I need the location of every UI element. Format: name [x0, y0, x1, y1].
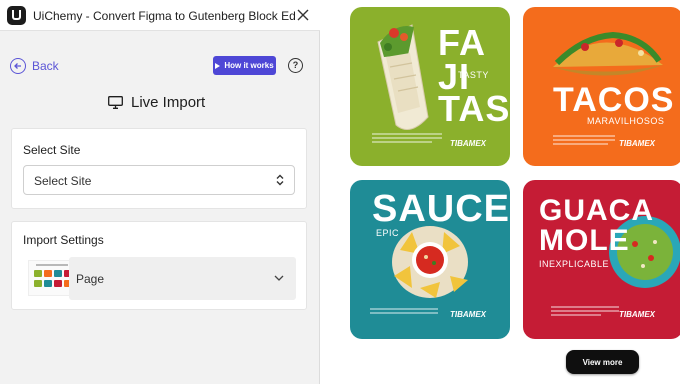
site-select-value: Select Site — [34, 174, 92, 188]
close-icon[interactable] — [295, 7, 311, 23]
question-mark-icon[interactable]: ? — [288, 58, 303, 73]
chevron-down-icon — [274, 275, 284, 281]
fajitas-line3: TAS — [438, 88, 510, 129]
view-more-label: View more — [582, 357, 623, 367]
tacos-tag: MARAVILHOSOS — [587, 116, 665, 126]
select-site-title: Select Site — [23, 143, 81, 157]
guaca-line1: GUACA — [539, 194, 654, 227]
plugin-panel: UiChemy - Convert Figma to Gutenberg Blo… — [0, 0, 320, 384]
sauce-tag: EPIC — [376, 228, 400, 238]
play-icon — [215, 62, 221, 69]
fajitas-fine-print — [372, 131, 452, 147]
select-site-card: Select Site Select Site — [11, 128, 307, 209]
page-type-value: Page — [76, 272, 105, 286]
sauce-fine-print — [370, 306, 450, 322]
sauce-title: SAUCE — [372, 188, 510, 230]
fajitas-brand: TIBAMEX — [450, 139, 486, 148]
page-type-select[interactable]: Page — [69, 257, 296, 300]
view-more-button[interactable]: View more — [566, 350, 639, 374]
sauce-brand: TIBAMEX — [450, 310, 486, 319]
import-settings-card: Import Settings Page — [11, 221, 307, 310]
page-title: Live Import — [108, 94, 205, 111]
site-select[interactable]: Select Site — [23, 165, 295, 195]
window-title: UiChemy - Convert Figma to Gutenberg Blo… — [33, 9, 295, 23]
back-label: Back — [32, 59, 59, 73]
uichemy-logo-icon — [7, 6, 26, 25]
how-it-works-button[interactable]: How it works — [213, 56, 276, 75]
guacamole-card: GUACA MOLE INEXPLICABLE TIBAMEX — [523, 180, 680, 339]
back-button[interactable]: Back — [10, 57, 59, 75]
import-settings-title: Import Settings — [23, 233, 104, 247]
guaca-line2: MOLE — [539, 224, 630, 257]
guaca-brand: TIBAMEX — [619, 310, 655, 319]
chevron-up-down-icon — [276, 174, 284, 186]
tacos-card: TACOS MARAVILHOSOS TIBAMEX — [523, 7, 680, 166]
tacos-brand: TIBAMEX — [619, 139, 655, 148]
title-bar: UiChemy - Convert Figma to Gutenberg Blo… — [0, 0, 320, 31]
monitor-icon — [108, 96, 123, 109]
page-title-label: Live Import — [131, 94, 206, 111]
tacos-title: TACOS — [553, 81, 675, 119]
guaca-tag: INEXPLICABLE — [539, 259, 610, 269]
fajitas-card: FA JI TASTY TAS TIBAMEX — [350, 7, 510, 166]
how-it-works-label: How it works — [224, 61, 274, 70]
fajitas-tag: TASTY — [458, 70, 489, 80]
arrow-left-icon — [10, 58, 26, 74]
sauce-card: SAUCE EPIC TIBAMEX — [350, 180, 510, 339]
